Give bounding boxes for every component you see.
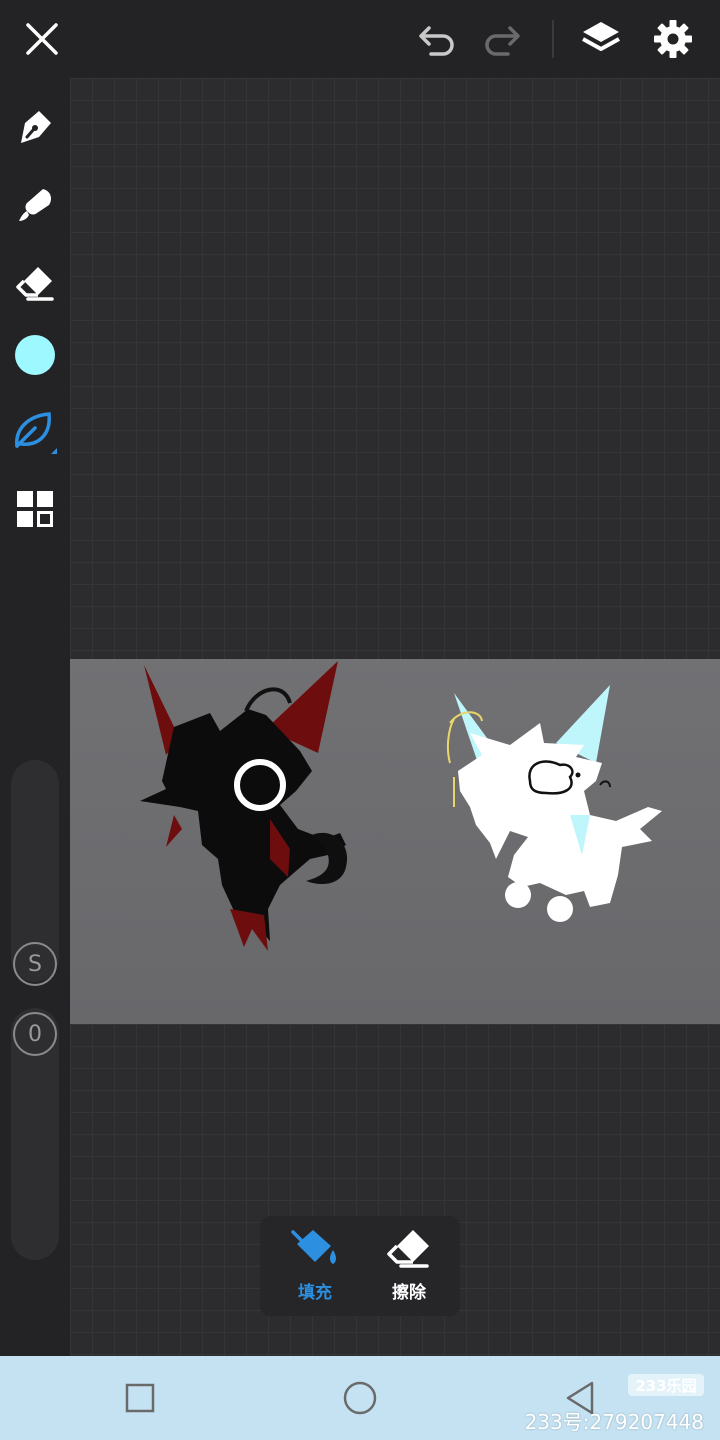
top-toolbar	[0, 0, 720, 78]
eraser-icon	[387, 1230, 429, 1268]
opacity-slider-knob[interactable]: 0	[13, 1012, 57, 1056]
watermark-text: 233号:279207448	[524, 1410, 704, 1434]
home-button[interactable]	[335, 1376, 385, 1420]
toolbar-divider	[552, 20, 554, 58]
canvas-area[interactable]	[70, 78, 720, 1356]
pen-icon	[21, 111, 51, 143]
tool-sidebar: S 0	[0, 78, 70, 1356]
pen-tool[interactable]	[8, 100, 62, 154]
leaf-brush-icon	[15, 412, 57, 454]
size-slider-knob[interactable]: S	[13, 942, 57, 986]
close-icon	[26, 23, 58, 55]
undo-button[interactable]	[412, 14, 462, 64]
color-swatch	[15, 335, 55, 375]
leaf-brush-tool[interactable]	[8, 404, 62, 458]
settings-button[interactable]	[648, 14, 698, 64]
settings-icon	[654, 20, 692, 58]
redo-icon	[485, 26, 520, 56]
layers-icon	[582, 22, 620, 51]
close-button[interactable]	[17, 14, 67, 64]
layers-button[interactable]	[576, 14, 626, 64]
grid-tool[interactable]	[8, 482, 62, 536]
eraser-tool[interactable]	[8, 256, 62, 310]
size-slider[interactable]: S	[11, 760, 59, 986]
eraser-icon	[16, 267, 54, 301]
character-drawing-dark	[140, 661, 662, 951]
grid-icon	[17, 491, 53, 527]
undo-icon	[419, 26, 454, 56]
redo-button[interactable]	[477, 14, 527, 64]
fill-label: 填充	[298, 1283, 332, 1303]
erase-option[interactable]: 擦除	[364, 1226, 454, 1306]
circle-icon	[343, 1381, 377, 1415]
brush-icon	[19, 189, 51, 221]
color-picker[interactable]	[8, 328, 62, 382]
erase-label: 擦除	[392, 1283, 426, 1303]
fill-mode-popup: 填充 擦除	[260, 1216, 460, 1316]
watermark-badge: 233乐园	[628, 1374, 704, 1396]
brush-tool[interactable]	[8, 178, 62, 232]
artboard[interactable]	[70, 659, 720, 1024]
square-icon	[125, 1383, 155, 1413]
recent-apps-button[interactable]	[115, 1376, 165, 1420]
opacity-slider[interactable]: 0	[11, 1008, 59, 1260]
paint-bucket-icon	[291, 1230, 336, 1264]
fill-option[interactable]: 填充	[270, 1226, 360, 1306]
